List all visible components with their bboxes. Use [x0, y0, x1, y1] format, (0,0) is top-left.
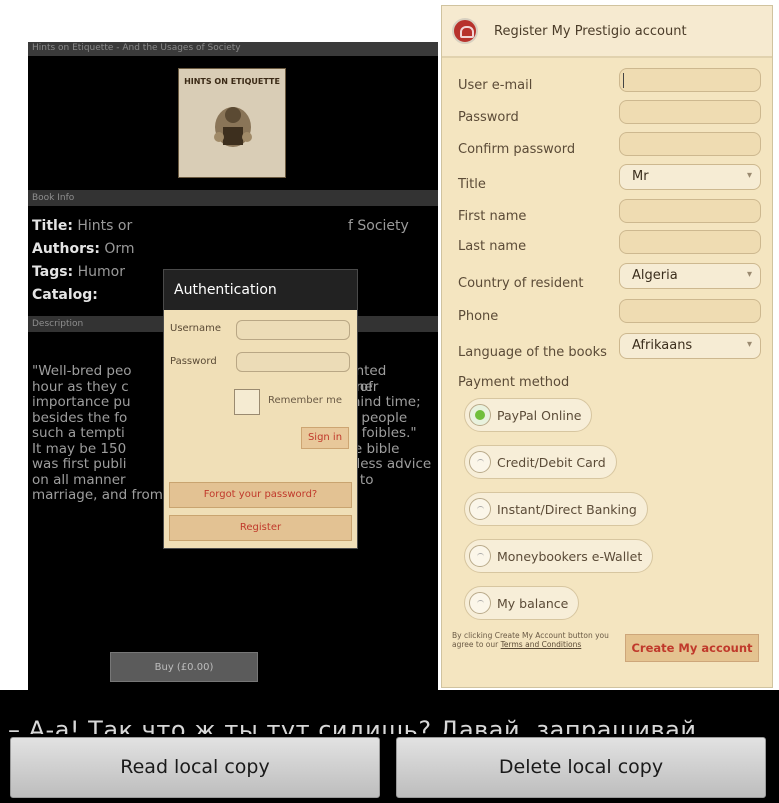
sign-in-button[interactable]: Sign in [301, 427, 349, 449]
language-label: Language of the books [458, 345, 607, 360]
delete-local-copy-button[interactable]: Delete local copy [396, 737, 766, 798]
radio-unselected-icon [469, 451, 491, 473]
read-local-copy-button[interactable]: Read local copy [10, 737, 380, 798]
payment-option-card[interactable]: Credit/Debit Card [464, 445, 617, 479]
dropdown-arrow-icon: ▾ [746, 170, 752, 181]
remember-me-label: Remember me [268, 395, 342, 406]
book-authors-key: Authors: [32, 241, 100, 257]
confirm-password-label: Confirm password [458, 142, 576, 157]
title-select-value: Mr [632, 169, 649, 184]
book-header-title: Hints on Etiquette - And the Usages of S… [28, 42, 438, 56]
desc-line: importance pu [32, 394, 131, 410]
book-catalog-key: Catalog: [32, 287, 98, 303]
payment-option-moneybookers[interactable]: Moneybookers e-Wallet [464, 539, 654, 573]
country-select-value: Algeria [632, 268, 678, 283]
payment-option-button[interactable]: PayPal Online [464, 398, 593, 432]
phone-input[interactable] [619, 299, 761, 323]
screenshot-collage: Hints on Etiquette - And the Usages of S… [0, 0, 779, 803]
payment-option-banking[interactable]: Instant/Direct Banking [464, 492, 648, 526]
reader-text-line: – А-а! Так что ж ты тут сидишь? Давай, з… [8, 716, 697, 734]
auth-dialog-title: Authentication [164, 270, 357, 310]
payment-option-label: Credit/Debit Card [497, 454, 606, 470]
country-label: Country of resident [458, 276, 584, 291]
last-name-label: Last name [458, 239, 527, 254]
desc-line: hour as they c [32, 378, 129, 395]
book-cover-image: HINTS ON ETIQUETTE [178, 68, 286, 178]
book-authors-value: Orm [104, 241, 135, 257]
reader-screen: – А-а! Так что ж ты тут сидишь? Давай, з… [0, 690, 779, 803]
payment-option-label: My balance [497, 595, 569, 611]
book-title-key: Title: [32, 218, 73, 234]
register-title: Register My Prestigio account [494, 23, 687, 39]
language-select[interactable]: Afrikaans ▾ [619, 333, 761, 359]
book-info-screen: Hints on Etiquette - And the Usages of S… [28, 42, 438, 690]
title-select[interactable]: Mr ▾ [619, 164, 761, 190]
payment-option-label: PayPal Online [497, 407, 582, 423]
terms-link[interactable]: Terms and Conditions [501, 640, 582, 649]
dropdown-arrow-icon: ▾ [746, 339, 752, 350]
authentication-dialog: Authentication Username Password Remembe… [163, 269, 358, 549]
confirm-password-input[interactable] [619, 132, 761, 156]
first-name-input[interactable] [619, 199, 761, 223]
phone-label: Phone [458, 309, 499, 324]
book-title-row: Title: Hints or [32, 218, 132, 234]
register-header: Register My Prestigio account [442, 6, 772, 58]
dropdown-arrow-icon: ▾ [746, 269, 752, 280]
book-title-value-tail: f Society [348, 218, 409, 234]
terms-notice: By clicking Create My Account button you… [452, 631, 612, 649]
register-button[interactable]: Register [169, 515, 352, 541]
radio-unselected-icon [469, 545, 491, 567]
desc-line: was first publi [32, 456, 127, 472]
username-label: Username [170, 323, 221, 334]
cover-illustration-icon [214, 107, 252, 147]
create-account-button[interactable]: Create My account [625, 634, 759, 662]
desc-line: besides the fo [32, 409, 128, 426]
radio-selected-icon [469, 404, 491, 426]
email-label: User e-mail [458, 78, 533, 93]
desc-line: on all manner [32, 471, 126, 488]
radio-unselected-icon [469, 498, 491, 520]
email-input[interactable] [619, 68, 761, 92]
section-book-info: Book Info [28, 190, 438, 206]
password-label: Password [458, 110, 519, 125]
language-select-value: Afrikaans [632, 338, 693, 353]
first-name-label: First name [458, 209, 527, 224]
title-label: Title [458, 177, 486, 192]
remember-me-checkbox[interactable] [234, 389, 260, 415]
book-catalog-row: Catalog: [32, 287, 98, 303]
payment-option-paypal[interactable]: PayPal Online [464, 398, 593, 432]
password-input[interactable] [619, 100, 761, 124]
desc-line: It may be 150 [32, 440, 127, 457]
text-cursor [623, 73, 624, 88]
payment-option-balance[interactable]: My balance [464, 586, 580, 620]
book-authors-row: Authors: Orm [32, 241, 135, 257]
password-input[interactable] [236, 352, 350, 372]
payment-option-button[interactable]: My balance [464, 586, 580, 620]
book-tags-key: Tags: [32, 264, 74, 280]
payment-option-label: Instant/Direct Banking [497, 501, 637, 517]
last-name-input[interactable] [619, 230, 761, 254]
password-label: Password [170, 356, 217, 367]
desc-line: "Well-bred peo [32, 363, 132, 379]
country-select[interactable]: Algeria ▾ [619, 263, 761, 289]
payment-option-label: Moneybookers e-Wallet [497, 548, 643, 564]
buy-button[interactable]: Buy (£0.00) [110, 652, 258, 682]
forgot-password-button[interactable]: Forgot your password? [169, 482, 352, 508]
cover-title: HINTS ON ETIQUETTE [184, 77, 280, 86]
payment-option-button[interactable]: Moneybookers e-Wallet [464, 539, 654, 573]
desc-line: such a tempti [32, 425, 125, 441]
username-input[interactable] [236, 320, 350, 340]
book-tags-value: Humor [77, 264, 125, 280]
prestigio-logo-icon [452, 18, 478, 44]
payment-method-label: Payment method [458, 375, 570, 390]
payment-option-button[interactable]: Instant/Direct Banking [464, 492, 648, 526]
book-tags-row: Tags: Humor [32, 264, 125, 280]
payment-option-button[interactable]: Credit/Debit Card [464, 445, 617, 479]
register-screen: Register My Prestigio account User e-mai… [441, 5, 773, 688]
book-title-value: Hints or [77, 218, 133, 234]
radio-unselected-icon [469, 592, 491, 614]
